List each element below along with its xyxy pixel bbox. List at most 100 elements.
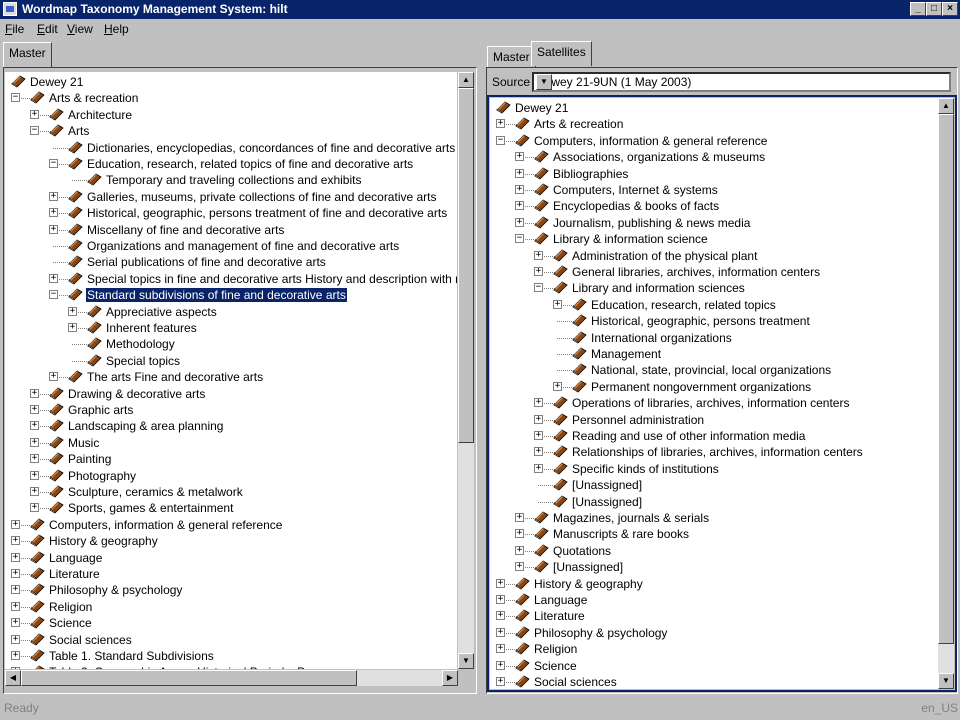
tree-node[interactable]: Special topics xyxy=(5,353,457,369)
expand-icon[interactable]: + xyxy=(68,306,77,316)
tree-node[interactable]: + Landscaping & area planning xyxy=(5,418,457,434)
expand-icon[interactable]: + xyxy=(11,634,20,644)
expand-icon[interactable]: + xyxy=(30,405,39,414)
left-vscroll-thumb[interactable] xyxy=(458,88,474,443)
expand-icon[interactable]: + xyxy=(534,398,543,408)
tree-node[interactable]: + Literature xyxy=(490,608,938,624)
tree-node[interactable]: + Arts & recreation xyxy=(490,116,938,132)
tree-node[interactable]: + History & geography xyxy=(490,576,938,592)
right-vscroll-thumb[interactable] xyxy=(938,114,954,644)
expand-icon[interactable]: + xyxy=(30,388,39,398)
expand-icon[interactable]: + xyxy=(496,627,505,637)
expand-icon[interactable]: + xyxy=(496,660,505,670)
tree-node[interactable]: − Education, research, related topics of … xyxy=(5,156,457,172)
tree-node[interactable]: + Permanent nongovernment organizations xyxy=(490,379,938,395)
expand-icon[interactable]: + xyxy=(49,208,58,218)
tree-node[interactable]: − Standard subdivisions of fine and decor… xyxy=(5,287,457,304)
expand-icon[interactable]: + xyxy=(515,168,524,178)
expand-icon[interactable]: + xyxy=(515,152,524,162)
expand-icon[interactable]: + xyxy=(515,201,524,211)
collapse-icon[interactable]: − xyxy=(515,234,524,244)
tree-node[interactable]: + Miscellany of fine and decorative arts xyxy=(5,222,457,238)
expand-icon[interactable]: + xyxy=(49,372,58,382)
collapse-icon[interactable]: − xyxy=(11,93,20,103)
collapse-icon[interactable]: − xyxy=(534,283,543,293)
expand-icon[interactable]: + xyxy=(30,503,39,513)
tree-node[interactable]: + Operations of libraries, archives, info… xyxy=(490,395,938,411)
tree-node[interactable]: + Language xyxy=(490,592,938,608)
expand-icon[interactable]: + xyxy=(11,601,20,611)
scroll-right-arrow-icon[interactable]: ▶ xyxy=(442,670,458,686)
tree-node[interactable]: [Unassigned] xyxy=(490,477,938,493)
expand-icon[interactable]: + xyxy=(49,191,58,201)
tree-node[interactable]: + Encyclopedias & books of facts xyxy=(490,198,938,214)
tree-node[interactable]: + Religion xyxy=(490,641,938,657)
left-hscroll-thumb[interactable] xyxy=(21,670,357,686)
expand-icon[interactable]: + xyxy=(534,250,543,260)
tree-node[interactable]: + Drawing & decorative arts xyxy=(5,386,457,402)
tree-node[interactable]: + Reading and use of other information me… xyxy=(490,428,938,444)
maximize-button[interactable]: □ xyxy=(926,2,942,16)
expand-icon[interactable]: + xyxy=(496,578,505,588)
tree-node[interactable]: Serial publications of fine and decorati… xyxy=(5,254,457,270)
scroll-down-arrow-icon[interactable]: ▼ xyxy=(458,653,474,669)
tree-node[interactable]: + Sports, games & entertainment xyxy=(5,500,457,516)
tree-node[interactable]: + Language xyxy=(5,550,457,566)
expand-icon[interactable]: + xyxy=(11,667,20,669)
expand-icon[interactable]: + xyxy=(496,119,505,129)
tree-node[interactable]: + History & geography xyxy=(5,533,457,549)
collapse-icon[interactable]: − xyxy=(49,159,58,168)
tree-node[interactable]: + Social sciences xyxy=(5,632,457,648)
tree-node[interactable]: + Special topics in fine and decorative a… xyxy=(5,271,457,287)
left-horizontal-scrollbar[interactable]: ◀ ▶ xyxy=(5,670,458,686)
scroll-up-arrow-icon[interactable]: ▲ xyxy=(458,72,474,88)
tree-node[interactable]: + Social sciences xyxy=(490,674,938,689)
expand-icon[interactable]: + xyxy=(534,414,543,424)
tree-node[interactable]: + Music xyxy=(5,435,457,451)
expand-icon[interactable]: + xyxy=(515,545,524,555)
expand-icon[interactable]: + xyxy=(11,569,20,578)
tree-node[interactable]: + Painting xyxy=(5,451,457,467)
expand-icon[interactable]: + xyxy=(534,267,543,276)
expand-icon[interactable]: + xyxy=(553,299,562,309)
expand-icon[interactable]: + xyxy=(30,109,39,119)
tree-node[interactable]: − Library and information sciences xyxy=(490,280,938,296)
tree-node[interactable]: + Historical, geographic, persons treatme… xyxy=(5,205,457,221)
tree-node[interactable]: + Associations, organizations & museums xyxy=(490,149,938,165)
expand-icon[interactable]: + xyxy=(496,644,505,654)
tree-node[interactable]: + Galleries, museums, private collections… xyxy=(5,189,457,205)
collapse-icon[interactable]: − xyxy=(49,290,58,300)
tree-node[interactable]: + Magazines, journals & serials xyxy=(490,510,938,526)
expand-icon[interactable]: + xyxy=(30,470,39,480)
collapse-icon[interactable]: − xyxy=(30,126,39,136)
tree-node[interactable]: + Quotations xyxy=(490,543,938,559)
dropdown-arrow-icon[interactable]: ▼ xyxy=(536,74,552,90)
expand-icon[interactable]: + xyxy=(30,421,39,431)
menu-help[interactable]: Help xyxy=(104,22,129,36)
expand-icon[interactable]: + xyxy=(496,611,505,621)
tree-node[interactable]: + [Unassigned] xyxy=(490,559,938,575)
menu-file[interactable]: File xyxy=(5,22,24,36)
tab-master-left[interactable]: Master xyxy=(3,42,52,67)
tree-node[interactable]: Dictionaries, encyclopedias, concordance… xyxy=(5,140,457,156)
tree-node[interactable]: + Inherent features xyxy=(5,320,457,336)
tree-node[interactable]: International organizations xyxy=(490,330,938,346)
tree-node[interactable]: Historical, geographic, persons treatmen… xyxy=(490,313,938,329)
source-dropdown[interactable]: Dewey 21-9UN (1 May 2003) ▼ xyxy=(532,72,951,92)
tree-node[interactable]: − Computers, information & general refere… xyxy=(490,133,938,149)
tree-node[interactable]: + Science xyxy=(5,615,457,631)
tree-node[interactable]: + Appreciative aspects xyxy=(5,304,457,320)
tree-node[interactable]: + Religion xyxy=(5,599,457,615)
expand-icon[interactable]: + xyxy=(515,217,524,227)
close-button[interactable]: × xyxy=(942,2,958,16)
tab-master-right[interactable]: Master xyxy=(487,46,536,68)
tree-node[interactable]: + Bibliographies xyxy=(490,166,938,182)
expand-icon[interactable]: + xyxy=(49,273,58,283)
scroll-up-arrow-icon[interactable]: ▲ xyxy=(938,98,954,114)
menu-view[interactable]: View xyxy=(67,22,93,36)
tree-node[interactable]: Temporary and traveling collections and … xyxy=(5,172,457,188)
expand-icon[interactable]: + xyxy=(496,595,505,604)
expand-icon[interactable]: + xyxy=(11,618,20,628)
app-icon[interactable] xyxy=(3,2,17,16)
expand-icon[interactable]: + xyxy=(11,585,20,595)
